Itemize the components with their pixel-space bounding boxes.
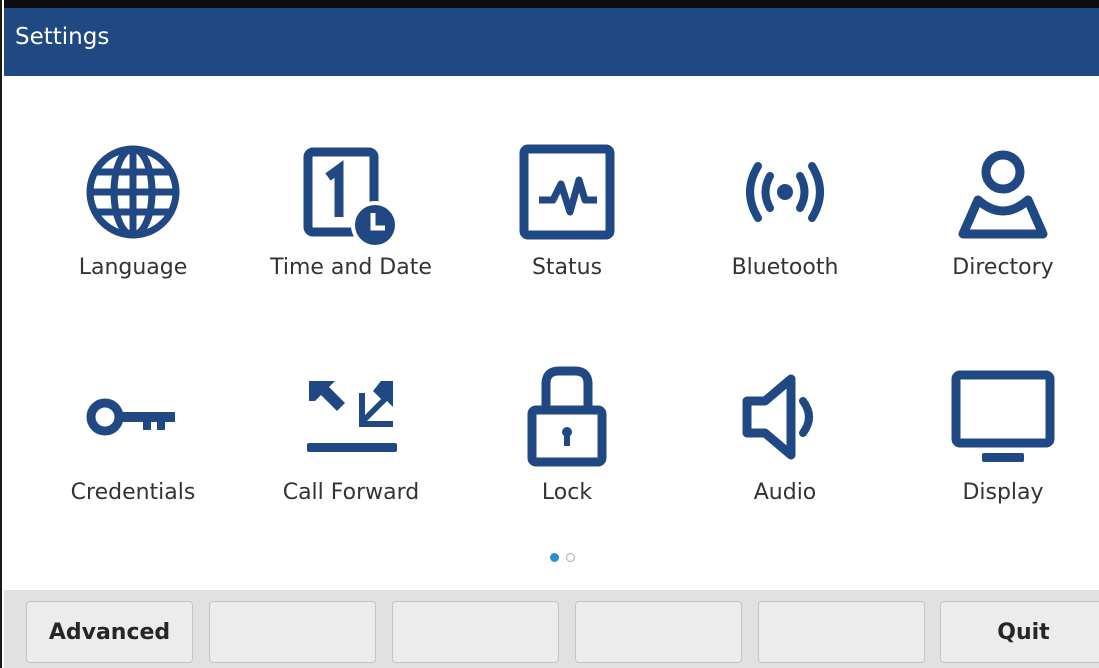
padlock-icon xyxy=(512,362,622,472)
key-icon xyxy=(78,362,188,472)
tile-label: Display xyxy=(962,480,1044,505)
call-forward-arrows-icon xyxy=(296,362,406,472)
softkey-3[interactable] xyxy=(392,601,559,663)
pulse-monitor-icon xyxy=(512,137,622,247)
tile-language[interactable]: Language xyxy=(33,137,233,307)
tile-label: Language xyxy=(78,255,188,280)
title-bar: Settings xyxy=(4,0,1099,76)
tile-label: Call Forward xyxy=(282,480,420,505)
tile-label: Lock xyxy=(541,480,593,505)
tile-time-and-date[interactable]: Time and Date xyxy=(251,137,451,307)
tile-directory[interactable]: Directory xyxy=(903,137,1099,307)
speaker-icon xyxy=(730,362,840,472)
calendar-clock-icon xyxy=(296,137,406,247)
tile-status[interactable]: Status xyxy=(467,137,667,307)
tile-label: Status xyxy=(531,255,603,280)
tile-label: Directory xyxy=(952,255,1054,280)
monitor-icon xyxy=(948,362,1058,472)
tile-label: Audio xyxy=(753,480,817,505)
tile-credentials[interactable]: Credentials xyxy=(33,362,233,532)
tile-display[interactable]: Display xyxy=(903,362,1099,532)
softkey-4[interactable] xyxy=(575,601,742,663)
quit-button[interactable]: Quit xyxy=(940,601,1099,663)
tile-lock[interactable]: Lock xyxy=(467,362,667,532)
softkey-bar: Advanced Quit xyxy=(4,590,1099,668)
page-dot-inactive xyxy=(566,553,575,562)
bluetooth-waves-icon xyxy=(730,137,840,247)
tile-label: Bluetooth xyxy=(731,255,839,280)
page-dot-active xyxy=(550,553,559,562)
advanced-button[interactable]: Advanced xyxy=(26,601,193,663)
tile-call-forward[interactable]: Call Forward xyxy=(251,362,451,532)
settings-screen: Settings Language Time and Date Status B… xyxy=(0,0,1099,668)
person-icon xyxy=(948,137,1058,247)
tile-audio[interactable]: Audio xyxy=(685,362,885,532)
softkey-2[interactable] xyxy=(209,601,376,663)
softkey-5[interactable] xyxy=(758,601,925,663)
tile-label: Time and Date xyxy=(270,255,432,280)
globe-icon xyxy=(78,137,188,247)
page-indicator xyxy=(550,553,590,567)
page-title: Settings xyxy=(15,24,110,50)
tile-label: Credentials xyxy=(70,480,196,505)
tile-bluetooth[interactable]: Bluetooth xyxy=(685,137,885,307)
